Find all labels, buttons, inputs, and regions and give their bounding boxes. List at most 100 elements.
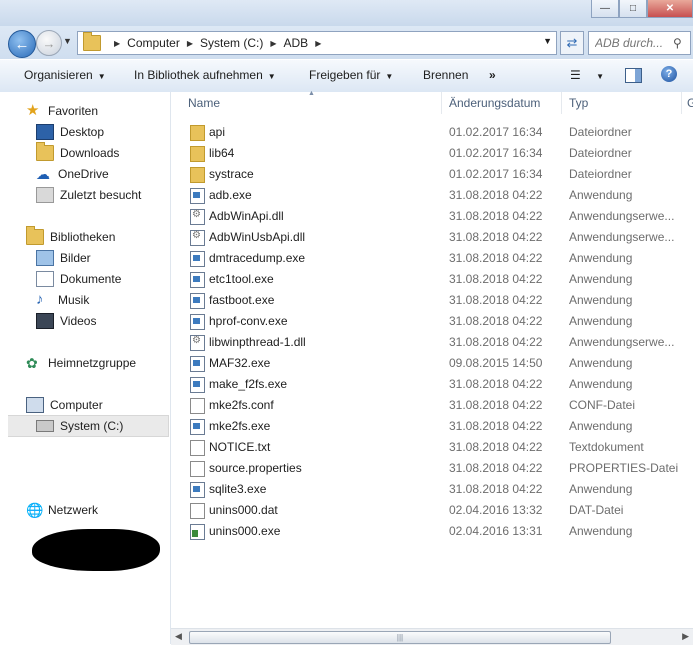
- nav-network-label: Netzwerk: [48, 503, 99, 517]
- address-dropdown-icon[interactable]: ▼: [543, 36, 552, 46]
- refresh-button[interactable]: ⇄: [560, 31, 584, 55]
- close-button[interactable]: ✕: [647, 0, 693, 18]
- breadcrumb-separator-icon[interactable]: ▶: [187, 39, 193, 48]
- more-commands-button[interactable]: »: [489, 68, 496, 82]
- nav-videos[interactable]: Videos: [36, 311, 96, 331]
- file-row[interactable]: mke2fs.exe 31.08.2018 04:22 Anwendung: [171, 416, 693, 437]
- file-date: 09.08.2015 14:50: [449, 356, 543, 370]
- scrollbar-thumb[interactable]: |||: [189, 631, 611, 644]
- help-button[interactable]: ?: [661, 66, 677, 82]
- file-row[interactable]: sqlite3.exe 31.08.2018 04:22 Anwendung: [171, 479, 693, 500]
- recent-pages-dropdown[interactable]: ▼: [63, 36, 72, 46]
- file-row[interactable]: hprof-conv.exe 31.08.2018 04:22 Anwendung: [171, 311, 693, 332]
- document-icon: [190, 398, 205, 414]
- file-row[interactable]: AdbWinUsbApi.dll 31.08.2018 04:22 Anwendun…: [171, 227, 693, 248]
- breadcrumb-system-c[interactable]: System (C:): [200, 36, 263, 50]
- nav-homegroup-label: Heimnetzgruppe: [48, 356, 137, 370]
- nav-onedrive-label: OneDrive: [58, 167, 109, 181]
- file-type: DAT-Datei: [569, 503, 624, 517]
- file-name: unins000.exe: [209, 524, 281, 538]
- file-name: mke2fs.conf: [209, 398, 274, 412]
- nav-downloads-label: Downloads: [60, 146, 120, 160]
- column-divider[interactable]: [681, 92, 682, 114]
- file-row[interactable]: systrace 01.02.2017 16:34 Dateiordner: [171, 164, 693, 185]
- nav-desktop[interactable]: Desktop: [36, 122, 104, 142]
- file-type: Anwendungserwe...: [569, 209, 675, 223]
- breadcrumb-computer[interactable]: Computer: [127, 36, 180, 50]
- nav-desktop-label: Desktop: [60, 125, 105, 139]
- nav-downloads[interactable]: Downloads: [36, 142, 120, 163]
- add-to-library-button[interactable]: In Bibliothek aufnehmen ▼: [134, 68, 276, 82]
- nav-system-c[interactable]: System (C:): [8, 415, 169, 437]
- file-row[interactable]: NOTICE.txt 31.08.2018 04:22 Textdokument: [171, 437, 693, 458]
- change-view-button[interactable]: ☰ ▼: [570, 68, 604, 82]
- scroll-left-icon[interactable]: ◀: [175, 631, 182, 642]
- file-type: Anwendungserwe...: [569, 230, 675, 244]
- column-header-name[interactable]: Name: [188, 92, 220, 114]
- file-date: 02.04.2016 13:31: [449, 524, 543, 538]
- forward-button[interactable]: →: [36, 30, 62, 56]
- file-row[interactable]: libwinpthread-1.dll 31.08.2018 04:22 Anwen…: [171, 332, 693, 353]
- organize-button[interactable]: Organisieren ▼: [24, 68, 106, 82]
- preview-pane-button[interactable]: [625, 68, 642, 83]
- file-row[interactable]: source.properties 31.08.2018 04:22 PROPERT…: [171, 458, 693, 479]
- minimize-button[interactable]: —: [591, 0, 619, 18]
- nav-documents[interactable]: Dokumente: [36, 269, 121, 289]
- breadcrumb-separator-icon[interactable]: ▶: [114, 39, 120, 48]
- horizontal-scrollbar[interactable]: ◀ ||| ▶: [171, 628, 693, 645]
- file-row[interactable]: fastboot.exe 31.08.2018 04:22 Anwendung: [171, 290, 693, 311]
- file-row[interactable]: MAF32.exe 09.08.2015 14:50 Anwendung: [171, 353, 693, 374]
- file-row[interactable]: dmtracedump.exe 31.08.2018 04:22 Anwendung: [171, 248, 693, 269]
- recent-places-icon: [36, 187, 54, 203]
- file-row[interactable]: make_f2fs.exe 31.08.2018 04:22 Anwendung: [171, 374, 693, 395]
- nav-onedrive[interactable]: ☁ OneDrive: [36, 164, 109, 184]
- nav-recent-label: Zuletzt besucht: [60, 188, 142, 202]
- share-with-button[interactable]: Freigeben für ▼: [309, 68, 393, 82]
- file-name: AdbWinApi.dll: [209, 209, 284, 223]
- nav-libraries[interactable]: Bibliotheken: [26, 226, 115, 247]
- search-icon[interactable]: ⚲: [673, 36, 682, 50]
- scroll-right-icon[interactable]: ▶: [682, 631, 689, 642]
- column-size-label: G: [687, 96, 693, 110]
- document-icon: [190, 461, 205, 477]
- file-type: Anwendung: [569, 524, 633, 538]
- file-row[interactable]: api 01.02.2017 16:34 Dateiordner: [171, 122, 693, 143]
- nav-videos-label: Videos: [60, 314, 97, 328]
- burn-button[interactable]: Brennen: [423, 68, 468, 82]
- downloads-folder-icon: [36, 142, 54, 161]
- breadcrumb-separator-icon[interactable]: ▶: [315, 39, 321, 48]
- file-row[interactable]: lib64 01.02.2017 16:34 Dateiordner: [171, 143, 693, 164]
- nav-recent[interactable]: Zuletzt besucht: [36, 185, 141, 205]
- search-input[interactable]: [595, 36, 673, 50]
- nav-pictures[interactable]: Bilder: [36, 248, 91, 268]
- breadcrumb-separator-icon[interactable]: ▶: [270, 39, 276, 48]
- column-header-size[interactable]: G: [687, 92, 693, 114]
- nav-favorites[interactable]: ★ Favoriten: [26, 101, 98, 121]
- column-header-date[interactable]: Änderungsdatum: [449, 92, 540, 114]
- file-row[interactable]: mke2fs.conf 31.08.2018 04:22 CONF-Datei: [171, 395, 693, 416]
- file-name: NOTICE.txt: [209, 440, 271, 454]
- nav-homegroup[interactable]: ✿ Heimnetzgruppe: [26, 353, 136, 373]
- nav-music[interactable]: ♪ Musik: [36, 290, 89, 310]
- search-box[interactable]: ⚲: [588, 31, 691, 55]
- nav-network[interactable]: 🌐 Netzwerk: [26, 500, 98, 520]
- back-button[interactable]: ←: [8, 30, 36, 58]
- column-divider[interactable]: [441, 92, 442, 114]
- column-divider[interactable]: [561, 92, 562, 114]
- address-bar[interactable]: ▶ Computer ▶ System (C:) ▶ ADB ▶ ▼: [77, 31, 557, 55]
- nav-computer[interactable]: Computer: [26, 395, 103, 415]
- file-row[interactable]: etc1tool.exe 31.08.2018 04:22 Anwendung: [171, 269, 693, 290]
- maximize-button[interactable]: □: [619, 0, 647, 18]
- file-date: 31.08.2018 04:22: [449, 398, 543, 412]
- column-header-type[interactable]: Typ: [569, 92, 588, 114]
- file-row[interactable]: adb.exe 31.08.2018 04:22 Anwendung: [171, 185, 693, 206]
- folder-icon: [190, 125, 205, 141]
- file-date: 31.08.2018 04:22: [449, 188, 543, 202]
- file-row[interactable]: unins000.exe 02.04.2016 13:31 Anwendung: [171, 521, 693, 542]
- file-row[interactable]: unins000.dat 02.04.2016 13:32 DAT-Datei: [171, 500, 693, 521]
- file-name: libwinpthread-1.dll: [209, 335, 306, 349]
- file-row[interactable]: AdbWinApi.dll 31.08.2018 04:22 Anwendungse…: [171, 206, 693, 227]
- folder-icon: [190, 167, 205, 183]
- breadcrumb-adb[interactable]: ADB: [284, 36, 309, 50]
- file-name: source.properties: [209, 461, 302, 475]
